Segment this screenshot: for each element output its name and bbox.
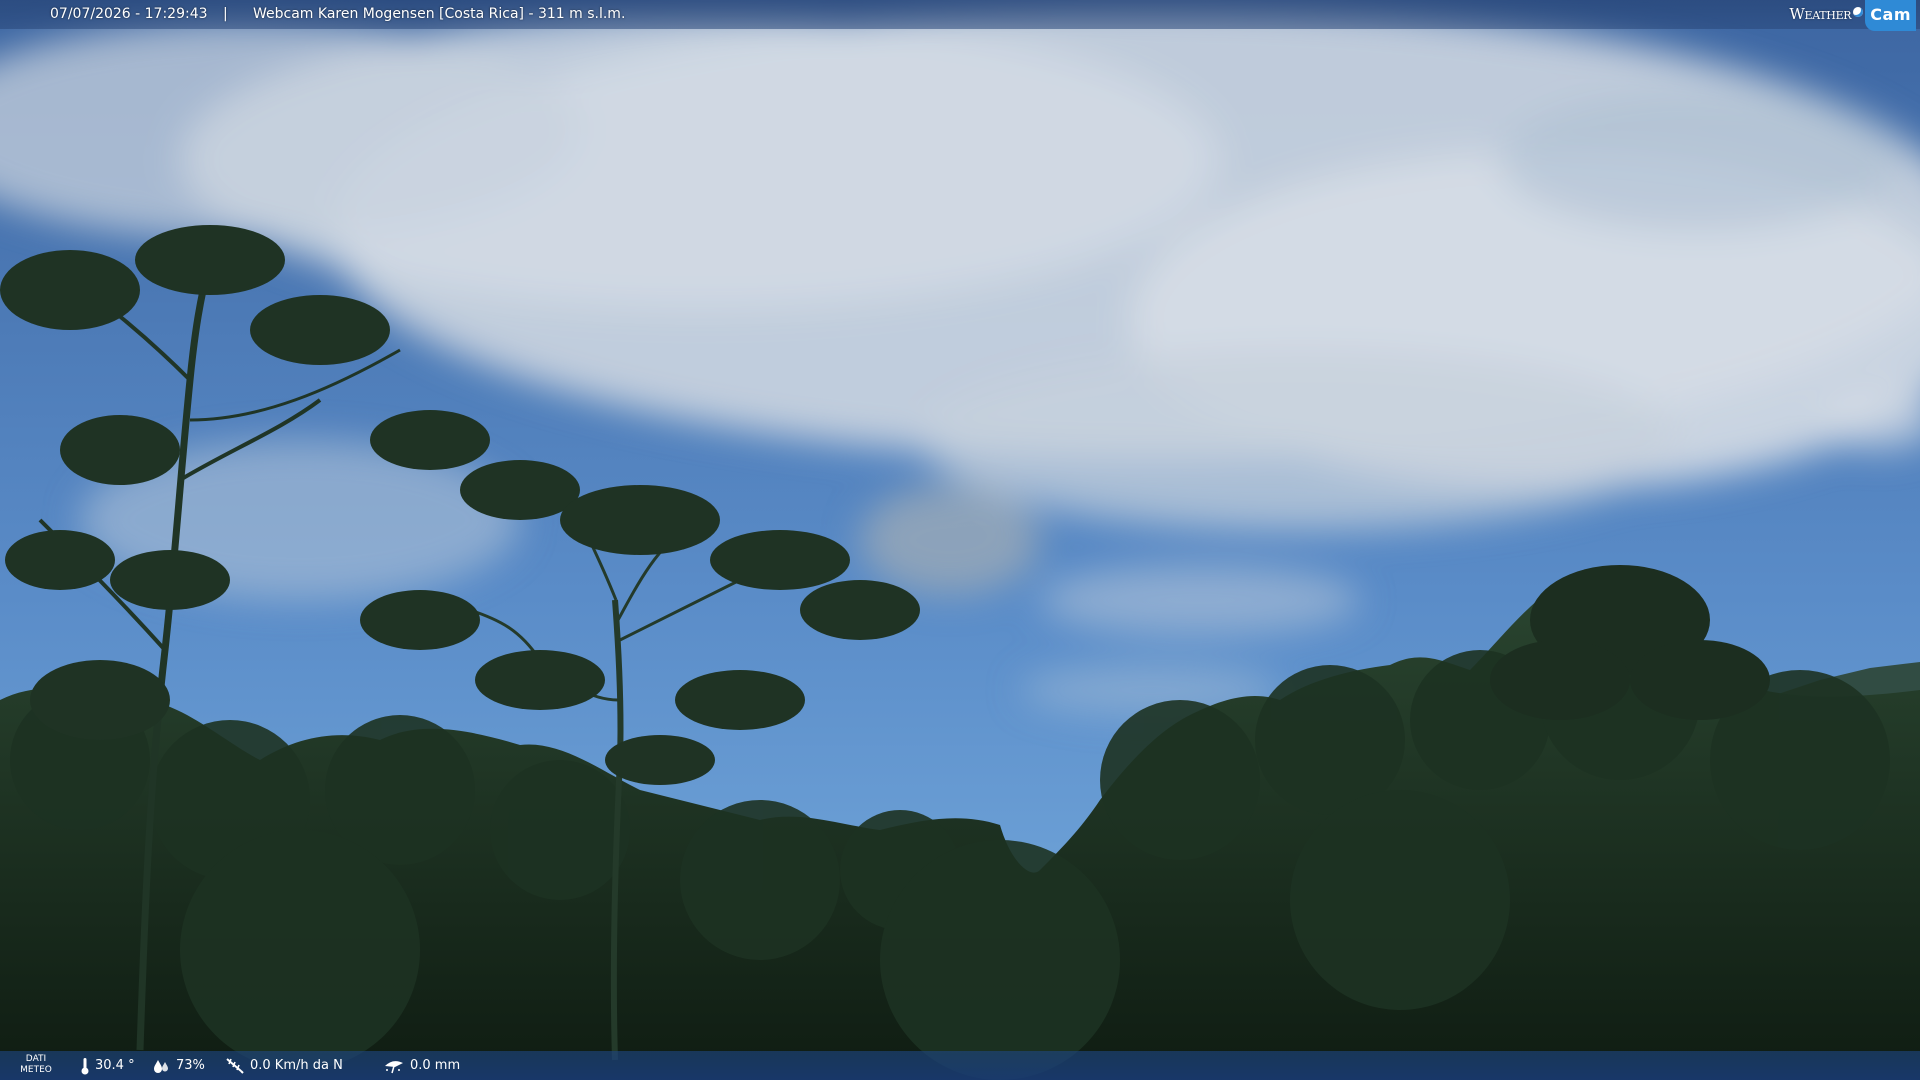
title-separator: | (223, 6, 228, 22)
weather-label-line1: DATI (25, 1054, 47, 1064)
thermometer-icon (81, 1057, 89, 1074)
humidity-reading: 73% (153, 1051, 205, 1080)
wind-reading: 0.0 Km/h da N (225, 1051, 343, 1080)
webcam-title: Webcam Karen Mogensen [Costa Rica] - 311… (253, 6, 626, 22)
temperature-reading: 30.4 ° (80, 1051, 135, 1080)
rain-icon (385, 1060, 403, 1073)
humidity-value: 73% (176, 1058, 205, 1073)
wind-icon (226, 1057, 244, 1074)
weather-label-line2: METEO (20, 1065, 52, 1075)
weather-data-label: DATI METEO (20, 1054, 52, 1076)
weather-data-bar: DATI METEO 30.4 ° 73% 0.0 Km/h da N 0.0 … (0, 1051, 1920, 1080)
webcam-frame: 07/07/2026 - 17:29:43 | Webcam Karen Mog… (0, 0, 1920, 1080)
top-info-bar: 07/07/2026 - 17:29:43 | Webcam Karen Mog… (0, 0, 1920, 31)
logo-dot-icon (1853, 6, 1864, 17)
temperature-value: 30.4 ° (95, 1058, 135, 1073)
webcam-scene (0, 0, 1920, 1080)
logo-word: Weather (1789, 5, 1852, 23)
rain-value: 0.0 mm (410, 1058, 461, 1073)
wind-value: 0.0 Km/h da N (250, 1058, 343, 1073)
logo-cam: Cam (1865, 0, 1916, 31)
weathercam-logo[interactable]: Weather Cam (1789, 0, 1916, 31)
humidity-icon (154, 1059, 168, 1073)
rain-reading: 0.0 mm (383, 1051, 460, 1080)
timestamp: 07/07/2026 - 17:29:43 (50, 6, 208, 22)
